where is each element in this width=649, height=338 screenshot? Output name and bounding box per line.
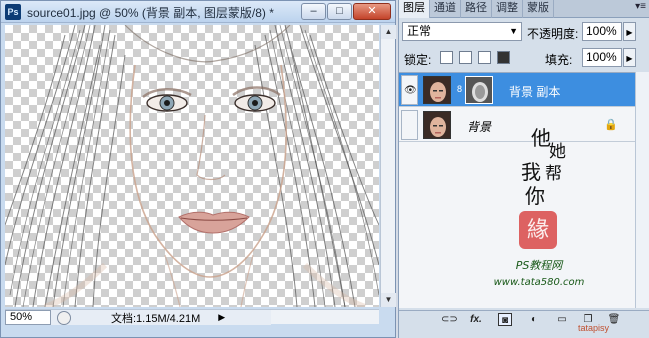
maximize-button[interactable]: □ xyxy=(327,3,352,20)
lock-image-icon[interactable] xyxy=(459,51,472,64)
panel-menu-icon[interactable]: ▾≡ xyxy=(635,1,646,12)
fx-icon[interactable]: fx. xyxy=(469,313,483,326)
visibility-toggle[interactable]: 👁 xyxy=(401,75,418,105)
seal-character: 緣 xyxy=(527,218,549,243)
lock-transparent-icon[interactable] xyxy=(440,51,453,64)
tab-masks[interactable]: 蒙版 xyxy=(523,0,554,18)
layer-thumbnail[interactable] xyxy=(423,111,451,139)
site-name: PS教程网 xyxy=(516,259,565,272)
link-icon[interactable]: ⊂⊃ xyxy=(441,313,458,326)
document-title-bar[interactable]: Ps source01.jpg @ 50% (背景 副本, 图层蒙版/8) * … xyxy=(1,1,395,23)
image-canvas[interactable] xyxy=(5,25,379,307)
status-info-icon[interactable] xyxy=(57,310,71,325)
calligraphy-watermark: 他 她 我 帮 你 緣 PS教程网 www.tata580.com xyxy=(494,126,585,288)
photoshop-logo-icon: Ps xyxy=(5,4,21,20)
tab-paths[interactable]: 路径 xyxy=(461,0,492,18)
portrait-thumbnail-icon xyxy=(424,77,450,103)
adjustment-icon[interactable]: ◐ xyxy=(527,313,541,326)
opacity-label: 不透明度: xyxy=(527,27,579,41)
visibility-toggle[interactable] xyxy=(401,110,418,140)
panel-tabs: 图层 通道 路径 调整 蒙版 ▾≡ xyxy=(399,0,649,18)
calligraphy-char-5: 你 xyxy=(525,184,545,208)
layers-list: 👁 8 背景 副本 背景 🔒 他 她 我 帮 你 緣 PS教程网 www.tat… xyxy=(399,72,649,308)
status-bar: 50% 文档:1.15M/4.21M ▶ xyxy=(5,309,271,325)
layer-thumbnail[interactable] xyxy=(423,76,451,104)
close-button[interactable]: ✕ xyxy=(353,3,391,20)
layer-name[interactable]: 背景 副本 xyxy=(509,83,560,100)
site-url: www.tata580.com xyxy=(494,277,585,288)
mask-thumbnail-icon xyxy=(466,77,492,103)
minimize-button[interactable]: – xyxy=(301,3,326,20)
lock-label: 锁定: xyxy=(404,53,432,67)
lock-all-icon[interactable] xyxy=(497,51,510,64)
folder-icon[interactable]: ▭ xyxy=(555,313,569,326)
tab-channels[interactable]: 通道 xyxy=(430,0,461,18)
calligraphy-char-4: 帮 xyxy=(545,164,562,184)
blend-row: 正常 ▼ 不透明度: 100% ▶ xyxy=(399,20,649,44)
status-menu-arrow-icon[interactable]: ▶ xyxy=(218,312,225,323)
tab-layers[interactable]: 图层 xyxy=(399,0,430,18)
fill-slider-arrow-icon[interactable]: ▶ xyxy=(623,48,636,67)
horizontal-scrollbar[interactable] xyxy=(271,309,379,324)
layers-panel: 图层 通道 路径 调整 蒙版 ▾≡ 正常 ▼ 不透明度: 100% ▶ 锁定: … xyxy=(398,0,649,338)
portrait-thumbnail-icon xyxy=(424,112,450,138)
layers-scrollbar[interactable] xyxy=(635,72,649,308)
fill-input[interactable]: 100% xyxy=(582,48,622,67)
lock-row: 锁定: 填充: 100% ▶ xyxy=(399,46,649,70)
document-window: Ps source01.jpg @ 50% (背景 副本, 图层蒙版/8) * … xyxy=(0,0,396,338)
opacity-input[interactable]: 100% xyxy=(582,22,622,41)
zoom-field[interactable]: 50% xyxy=(5,310,51,325)
trash-icon[interactable]: 🗑 xyxy=(607,313,621,326)
window-controls: – □ ✕ xyxy=(301,3,391,20)
layers-panel-footer: ⊂⊃ fx. ◙ ◐ ▭ ❐ 🗑 xyxy=(399,310,649,328)
eye-icon: 👁 xyxy=(404,85,417,96)
calligraphy-char-3: 我 xyxy=(521,160,541,184)
mask-link-icon[interactable]: 8 xyxy=(457,84,462,94)
scroll-down-arrow-icon[interactable]: ▼ xyxy=(381,293,396,307)
tab-adjustments[interactable]: 调整 xyxy=(492,0,523,18)
portrait-image xyxy=(5,25,379,307)
calligraphy-char-1: 他 xyxy=(531,126,551,150)
fill-label: 填充: xyxy=(545,53,573,67)
add-mask-icon[interactable]: ◙ xyxy=(498,313,512,326)
vertical-scrollbar[interactable]: ▲ ▼ xyxy=(380,25,396,307)
blend-mode-value: 正常 xyxy=(407,24,432,38)
layer-row-background-copy[interactable]: 👁 8 背景 副本 xyxy=(399,73,635,107)
corner-watermark: tatapisy xyxy=(578,323,610,333)
calligraphy-char-2: 她 xyxy=(549,142,566,162)
lock-position-icon[interactable] xyxy=(478,51,491,64)
layer-mask-thumbnail[interactable] xyxy=(465,76,493,104)
chevron-down-icon: ▼ xyxy=(509,26,518,36)
opacity-slider-arrow-icon[interactable]: ▶ xyxy=(623,22,636,41)
scroll-up-arrow-icon[interactable]: ▲ xyxy=(381,25,396,39)
document-size-info: 文档:1.15M/4.21M xyxy=(111,312,201,325)
document-title: source01.jpg @ 50% (背景 副本, 图层蒙版/8) * xyxy=(27,6,274,20)
blend-mode-select[interactable]: 正常 ▼ xyxy=(402,22,522,41)
